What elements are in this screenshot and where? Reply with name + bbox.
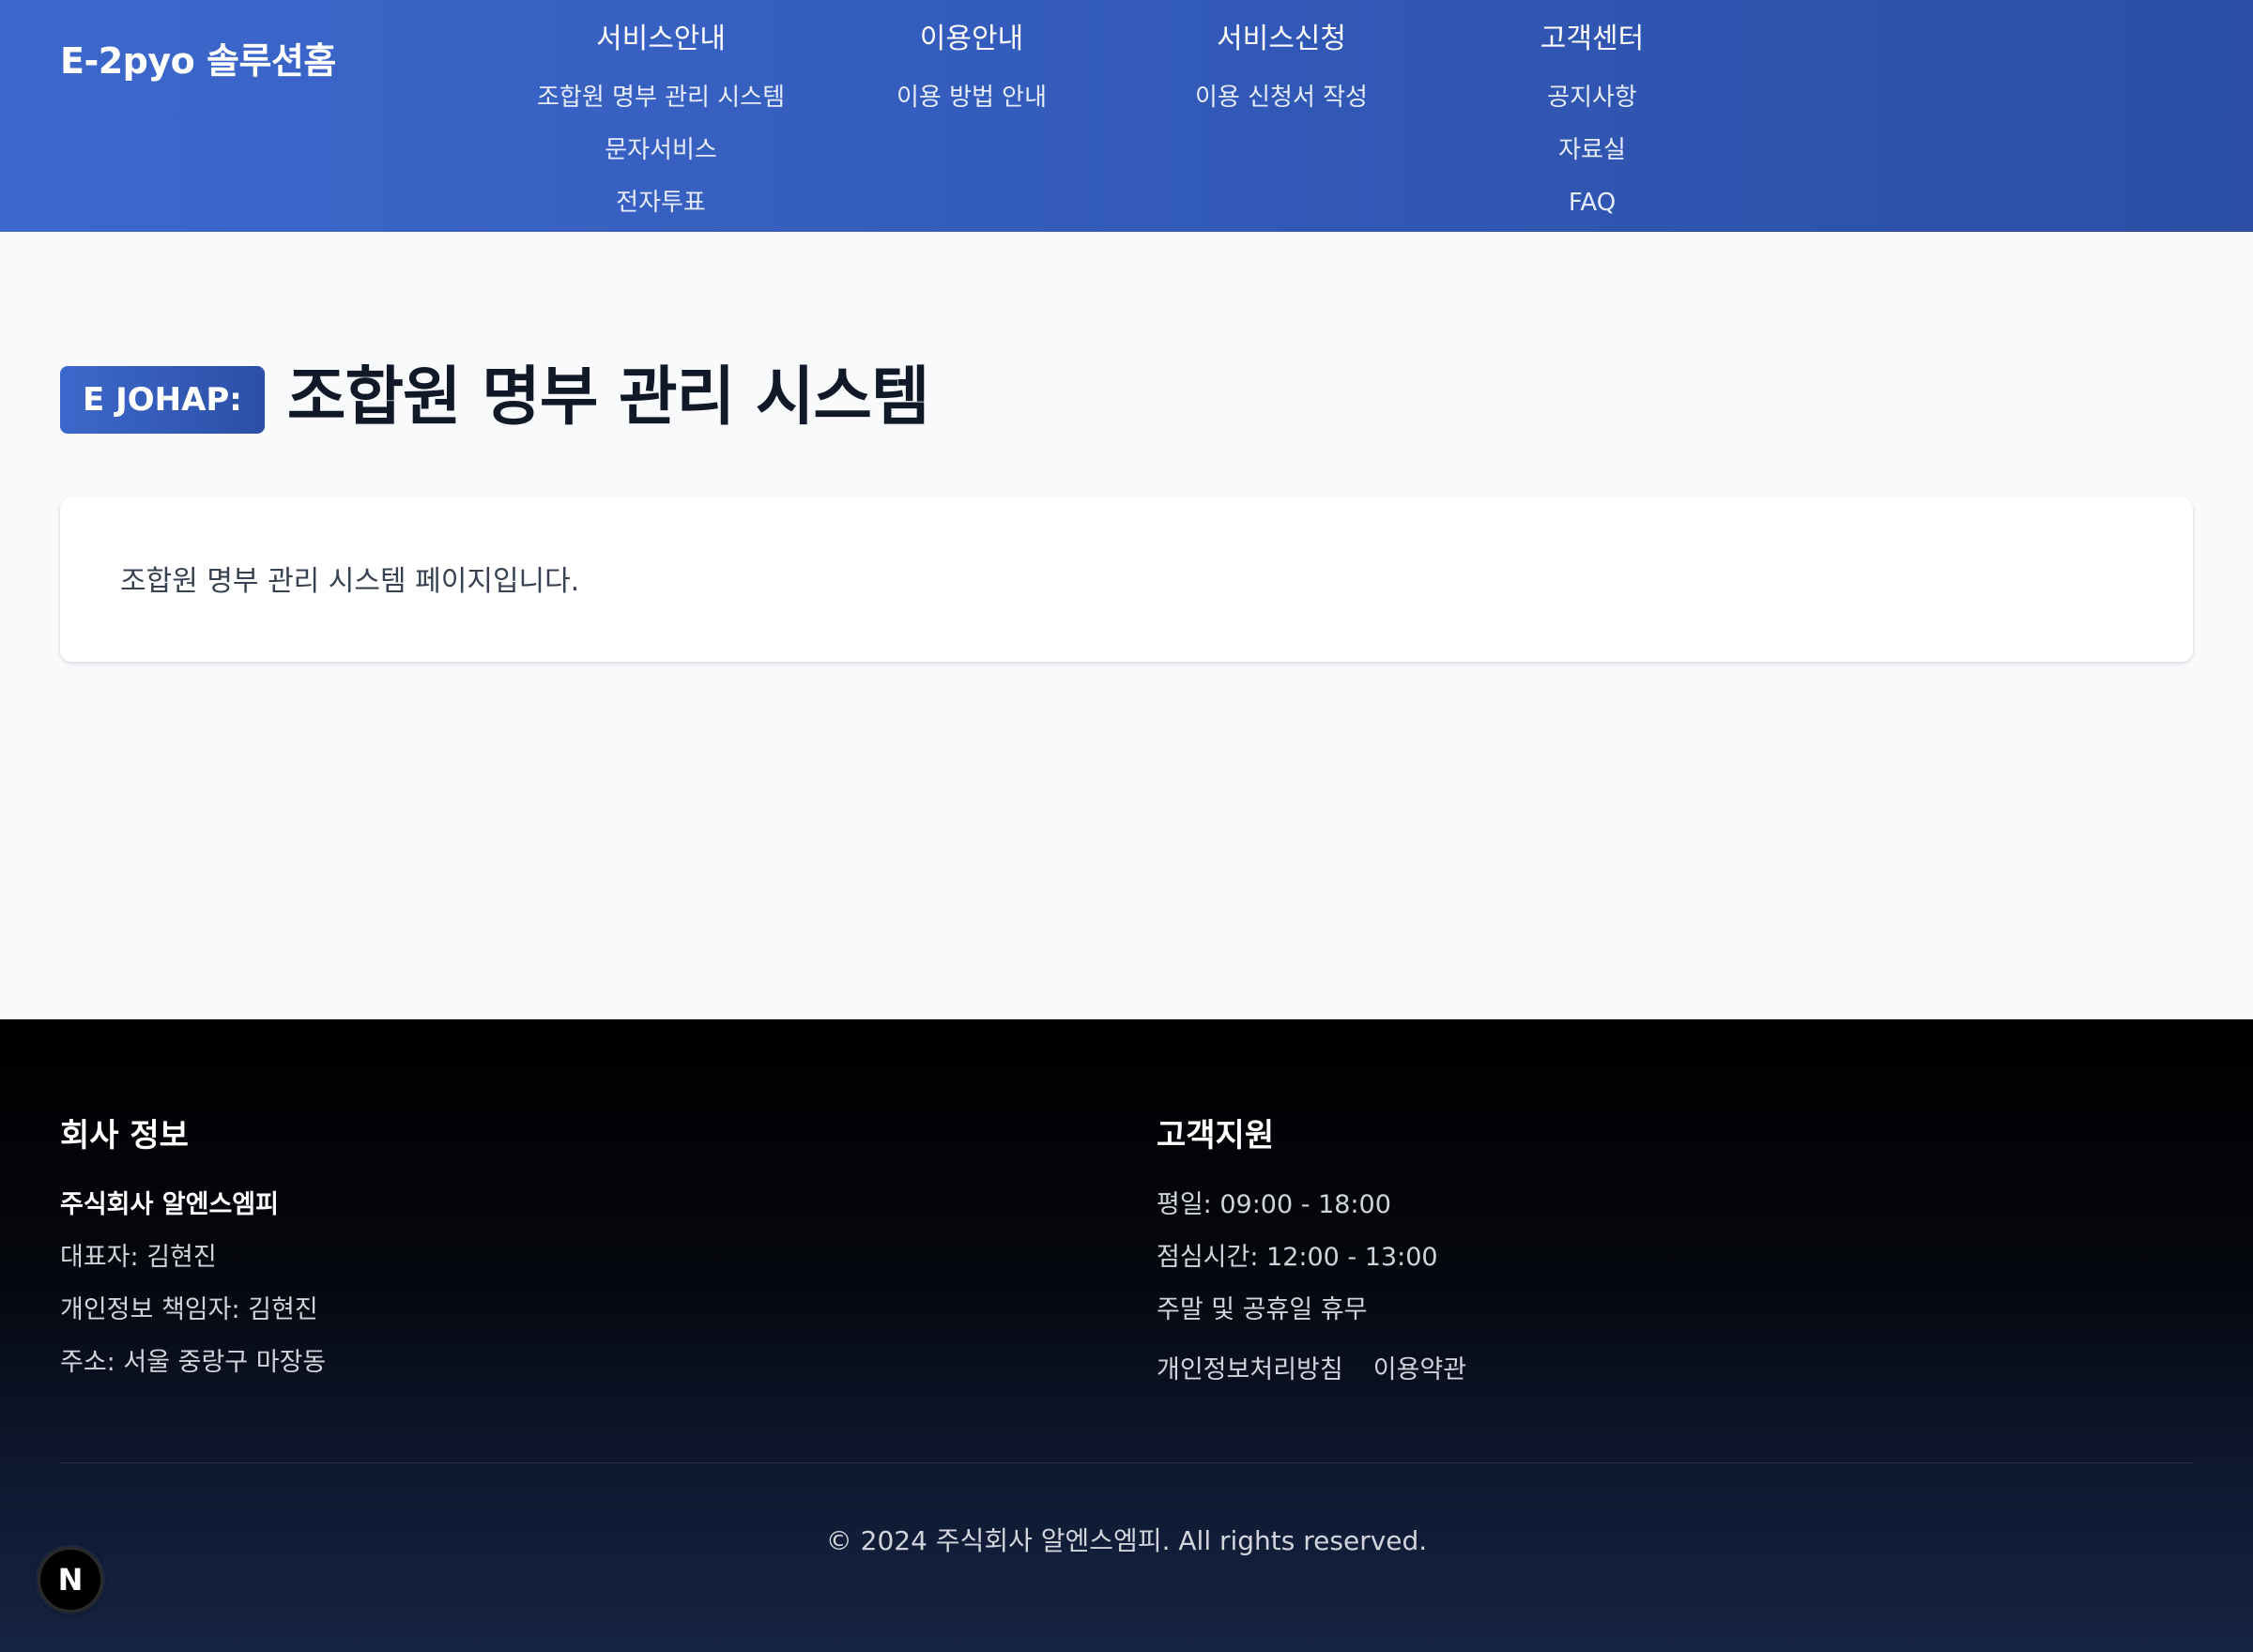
site-footer: 회사 정보 주식회사 알엔스엠피 대표자: 김현진 개인정보 책임자: 김현진 … xyxy=(0,1019,2253,1652)
nav-group-service-info: 서비스안내 조합원 명부 관리 시스템 문자서비스 전자투표 xyxy=(501,19,820,229)
company-privacy-officer: 개인정보 책임자: 김현진 xyxy=(60,1295,318,1324)
terms-of-use-link[interactable]: 이용약관 xyxy=(1373,1350,1466,1391)
nav-group-customer-center: 고객센터 공지사항 자료실 FAQ xyxy=(1433,19,1752,229)
nav-item-sms-service[interactable]: 문자서비스 xyxy=(501,124,820,176)
nav-group-usage-guide: 이용안내 이용 방법 안내 xyxy=(812,19,1131,124)
support-weekday-hours: 평일: 09:00 - 18:00 xyxy=(1157,1190,1391,1219)
nav-title-service-info[interactable]: 서비스안내 xyxy=(501,19,820,60)
site-header: E-2pyo 솔루션홈 서비스안내 조합원 명부 관리 시스템 문자서비스 전자… xyxy=(0,0,2253,232)
nav-title-service-apply[interactable]: 서비스신청 xyxy=(1122,19,1441,60)
nav-item-e-voting[interactable]: 전자투표 xyxy=(501,176,820,229)
nav-item-how-to-use[interactable]: 이용 방법 안내 xyxy=(812,71,1131,124)
nav-item-notices[interactable]: 공지사항 xyxy=(1433,71,1752,124)
nav-title-customer-center[interactable]: 고객센터 xyxy=(1433,19,1752,60)
footer-company-heading: 회사 정보 xyxy=(60,1117,189,1155)
copyright-text: © 2024 주식회사 알엔스엠피. All rights reserved. xyxy=(825,1525,1428,1556)
company-address: 주소: 서울 중랑구 마장동 xyxy=(60,1348,327,1377)
support-lunch-hours: 점심시간: 12:00 - 13:00 xyxy=(1157,1243,1438,1272)
site-logo[interactable]: E-2pyo 솔루션홈 xyxy=(60,32,336,84)
footer-divider xyxy=(60,1462,2193,1463)
company-name: 주식회사 알엔스엠피 xyxy=(60,1190,279,1219)
next-dev-tools-button[interactable]: N xyxy=(38,1547,103,1613)
nav-title-usage-guide[interactable]: 이용안내 xyxy=(812,19,1131,60)
page-heading: E JOHAP: 조합원 명부 관리 시스템 xyxy=(60,345,930,436)
nav-item-resources[interactable]: 자료실 xyxy=(1433,124,1752,176)
content-description: 조합원 명부 관리 시스템 페이지입니다. xyxy=(120,565,580,598)
footer-company-info: 회사 정보 주식회사 알엔스엠피 대표자: 김현진 개인정보 책임자: 김현진 … xyxy=(60,1113,326,1389)
company-ceo: 대표자: 김현진 xyxy=(60,1243,217,1272)
n-logo-icon: N xyxy=(57,1562,84,1598)
support-closed-days: 주말 및 공휴일 휴무 xyxy=(1157,1295,1368,1324)
page-title: 조합원 명부 관리 시스템 xyxy=(286,359,930,435)
nav-item-member-registry[interactable]: 조합원 명부 관리 시스템 xyxy=(501,71,820,124)
footer-policy-links: 개인정보처리방침 이용약관 xyxy=(1157,1350,1466,1391)
footer-support-heading: 고객지원 xyxy=(1157,1117,1275,1155)
nav-item-faq[interactable]: FAQ xyxy=(1433,176,1752,229)
footer-support-info: 고객지원 평일: 09:00 - 18:00 점심시간: 12:00 - 13:… xyxy=(1157,1113,1466,1391)
content-card: 조합원 명부 관리 시스템 페이지입니다. xyxy=(60,497,2193,662)
nav-item-application-form[interactable]: 이용 신청서 작성 xyxy=(1122,71,1441,124)
nav-group-service-apply: 서비스신청 이용 신청서 작성 xyxy=(1122,19,1441,124)
privacy-policy-link[interactable]: 개인정보처리방침 xyxy=(1157,1350,1343,1391)
service-badge: E JOHAP: xyxy=(60,366,265,434)
